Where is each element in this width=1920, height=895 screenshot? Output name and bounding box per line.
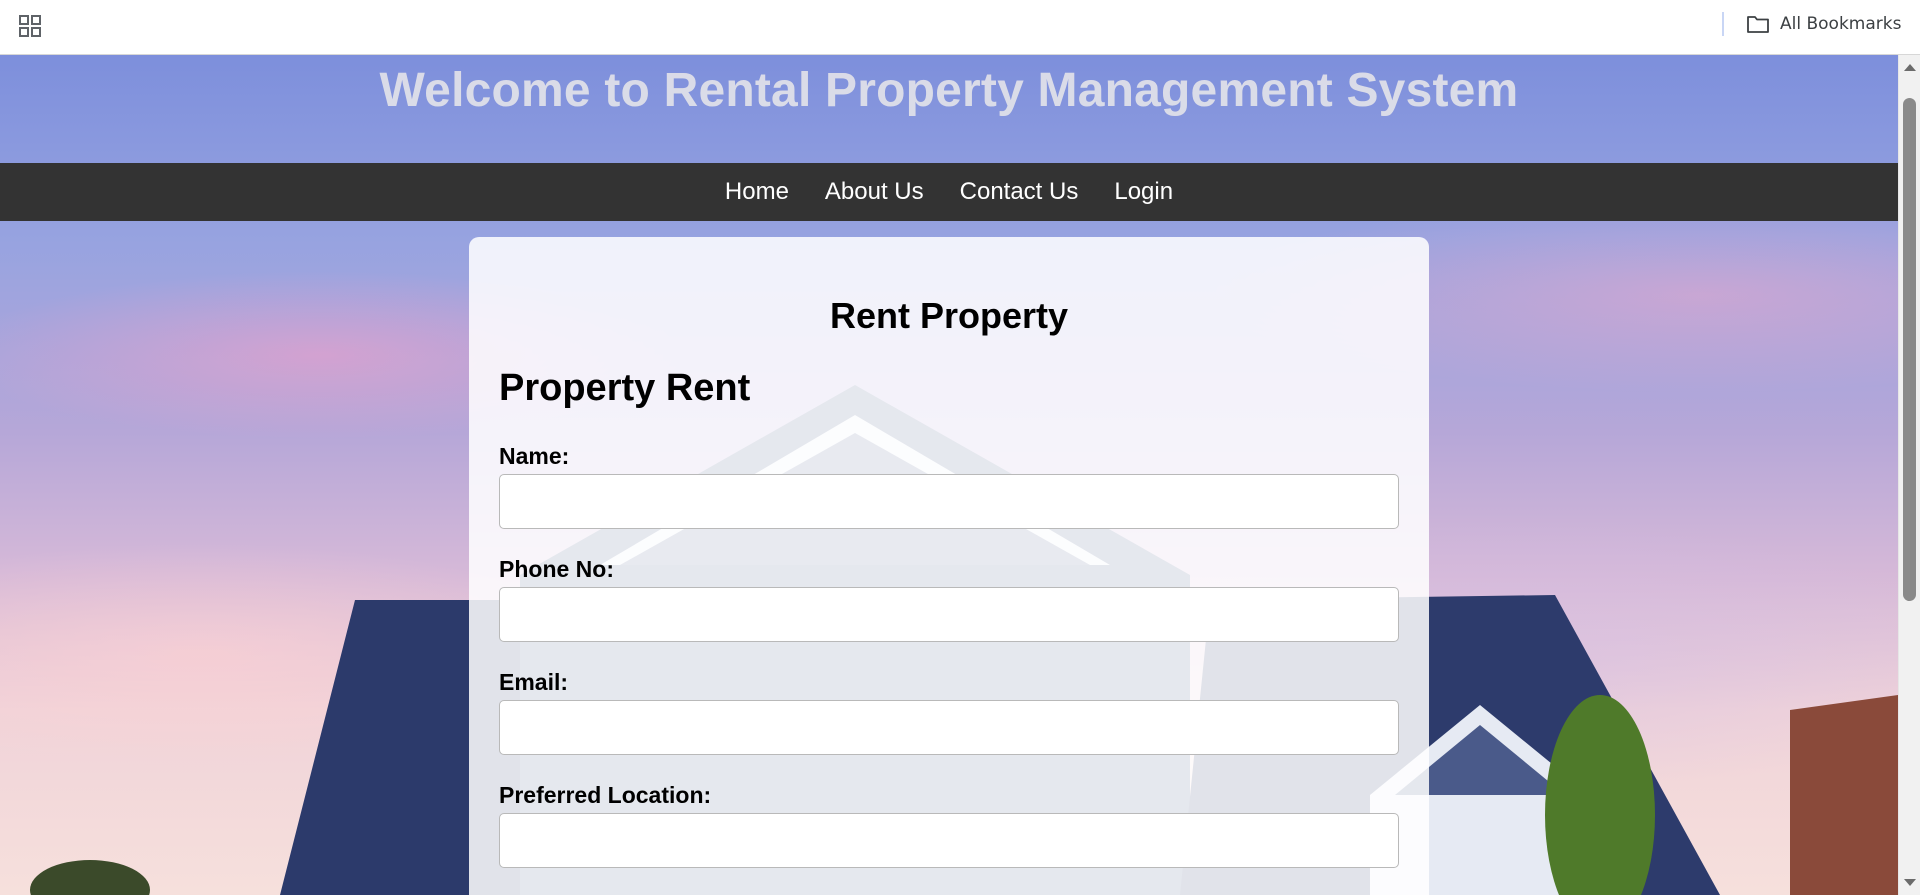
all-bookmarks-button[interactable]: All Bookmarks bbox=[1746, 11, 1901, 37]
email-input[interactable] bbox=[499, 700, 1399, 755]
phone-input[interactable] bbox=[499, 587, 1399, 642]
scroll-down-arrow-icon[interactable] bbox=[1904, 879, 1916, 886]
email-label: Email: bbox=[499, 669, 569, 695]
rent-form-card: Rent Property Property Rent Name: Phone … bbox=[469, 237, 1429, 895]
bookmarks-bar: All Bookmarks bbox=[0, 0, 1920, 55]
preferred-location-label: Preferred Location: bbox=[499, 782, 712, 808]
bookmarks-separator bbox=[1722, 12, 1724, 36]
card-title: Rent Property bbox=[829, 295, 1069, 336]
site-header: Welcome to Rental Property Management Sy… bbox=[0, 55, 1898, 163]
nav-home-link[interactable]: Home bbox=[707, 163, 807, 221]
preferred-location-field: Preferred Location: bbox=[499, 781, 1399, 868]
preferred-location-input[interactable] bbox=[499, 813, 1399, 868]
nav-about-us-link[interactable]: About Us bbox=[807, 163, 942, 221]
apps-grid-icon[interactable] bbox=[18, 14, 42, 38]
page-viewport: Welcome to Rental Property Management Sy… bbox=[0, 55, 1898, 895]
section-title: Property Rent bbox=[499, 367, 751, 409]
scrollbar-thumb[interactable] bbox=[1903, 98, 1916, 601]
name-label: Name: bbox=[499, 443, 570, 469]
name-field: Name: bbox=[499, 442, 1399, 529]
phone-label: Phone No: bbox=[499, 556, 614, 582]
all-bookmarks-label: All Bookmarks bbox=[1780, 14, 1902, 34]
main-navbar: Home About Us Contact Us Login bbox=[0, 163, 1898, 221]
folder-icon bbox=[1746, 14, 1770, 34]
name-input[interactable] bbox=[499, 474, 1399, 529]
vertical-scrollbar[interactable] bbox=[1898, 55, 1920, 895]
site-title: Welcome to Rental Property Management Sy… bbox=[379, 64, 1519, 117]
nav-contact-us-link[interactable]: Contact Us bbox=[942, 163, 1097, 221]
email-field: Email: bbox=[499, 668, 1399, 755]
nav-login-link[interactable]: Login bbox=[1096, 163, 1191, 221]
scroll-up-arrow-icon[interactable] bbox=[1904, 64, 1916, 71]
phone-field: Phone No: bbox=[499, 555, 1399, 642]
